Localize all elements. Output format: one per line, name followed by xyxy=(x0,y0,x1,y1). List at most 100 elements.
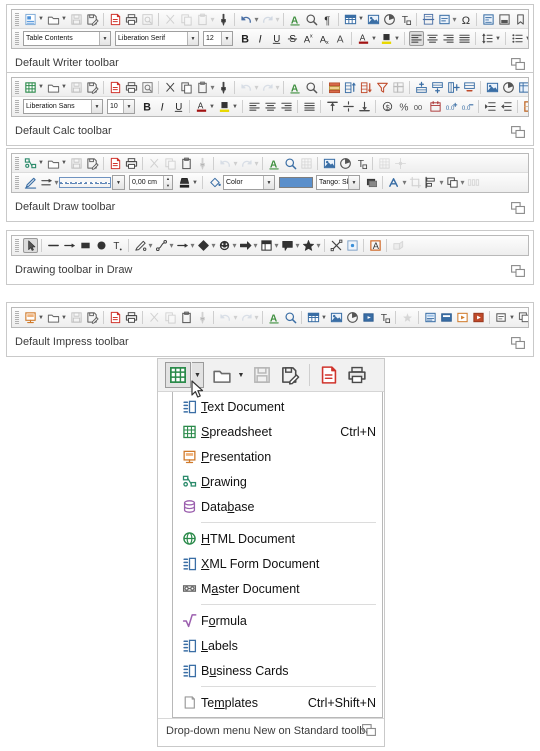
dropdown-caret[interactable]: ▾ xyxy=(210,80,215,95)
display-views-icon[interactable] xyxy=(439,310,454,325)
fill-color-swatch[interactable] xyxy=(279,177,313,188)
line-width-spinner-stepper[interactable]: ▲ ▼ xyxy=(163,176,172,189)
font-name-combo-arrow[interactable]: ▼ xyxy=(91,100,102,113)
fontwork-text-icon[interactable]: A xyxy=(368,238,383,253)
callout-shapes-icon[interactable] xyxy=(280,238,295,253)
start-from-current-slide-icon[interactable] xyxy=(471,310,486,325)
font-size-combo-arrow[interactable]: ▼ xyxy=(221,32,232,45)
bold-icon[interactable]: B xyxy=(139,99,154,114)
subscript-icon[interactable]: Ax xyxy=(317,31,332,46)
dropdown-caret[interactable]: ▾ xyxy=(210,12,215,27)
toolbar-drag-handle[interactable] xyxy=(15,311,19,324)
underline-icon[interactable]: U xyxy=(171,99,186,114)
font-color-dropdown-arrow[interactable]: ▼ xyxy=(371,31,377,46)
sort-descending-icon[interactable] xyxy=(359,80,374,95)
background-color-dropdown-arrow[interactable]: ▼ xyxy=(232,99,238,114)
dropdown-caret[interactable]: ▾ xyxy=(439,175,444,190)
paste-icon[interactable] xyxy=(195,80,210,95)
new-dropdown-arrow[interactable]: ▼ xyxy=(192,362,204,388)
line-style-dropdown-arrow[interactable]: ▼ xyxy=(113,176,124,189)
strikethrough-icon[interactable]: S xyxy=(285,31,300,46)
stars-and-banners-icon[interactable] xyxy=(301,238,316,253)
toolbar-drag-handle[interactable] xyxy=(15,239,19,252)
insert-endnote-icon[interactable] xyxy=(497,12,512,27)
export-pdf-icon[interactable] xyxy=(108,310,123,325)
open-icon[interactable] xyxy=(46,310,61,325)
print-icon[interactable] xyxy=(124,310,139,325)
glue-points-icon[interactable] xyxy=(345,238,360,253)
enlarge-image-icon[interactable] xyxy=(511,58,525,70)
dropdown-caret[interactable]: ▾ xyxy=(254,310,259,325)
lines-and-arrows-icon[interactable] xyxy=(175,238,190,253)
font-name-combo-arrow[interactable]: ▼ xyxy=(187,32,198,45)
ellipse-icon[interactable] xyxy=(94,238,109,253)
clear-formatting-icon[interactable]: A xyxy=(267,156,282,171)
toolbar-drag-handle[interactable] xyxy=(15,80,19,94)
find-replace-icon[interactable] xyxy=(304,80,319,95)
new-slide-dropdown-arrow[interactable]: ▼ xyxy=(509,310,515,325)
open-dropdown-arrow[interactable]: ▼ xyxy=(61,80,67,95)
fill-color-combo[interactable]: Tango: Sk ▼ xyxy=(316,175,360,190)
enlarge-image-icon[interactable] xyxy=(511,202,525,214)
insert-table-icon[interactable] xyxy=(343,12,358,27)
new-document-dropdown-arrow[interactable]: ▼ xyxy=(38,12,44,27)
align-center-icon[interactable] xyxy=(263,99,278,114)
insert-chart-icon[interactable] xyxy=(501,80,516,95)
insert-footnote-icon[interactable] xyxy=(481,12,496,27)
new-spreadsheet-dropdown-arrow[interactable]: ▼ xyxy=(38,80,44,95)
export-pdf-icon[interactable] xyxy=(108,156,123,171)
dropdown-caret[interactable]: ▾ xyxy=(211,238,216,253)
insert-image-icon[interactable] xyxy=(329,310,344,325)
save-as-icon[interactable] xyxy=(85,12,100,27)
clear-formatting-icon[interactable]: A xyxy=(267,310,282,325)
insert-chart-icon[interactable] xyxy=(382,12,397,27)
menu-item[interactable]: Drawing xyxy=(173,469,382,494)
special-character-icon[interactable]: Ω xyxy=(458,12,473,27)
insert-textbox-icon[interactable]: T xyxy=(354,156,369,171)
menu-item[interactable]: XML Form Document xyxy=(173,551,382,576)
delete-rows-icon[interactable] xyxy=(462,80,477,95)
clear-direct-formatting-icon[interactable]: A xyxy=(333,31,348,46)
insert-field-icon[interactable] xyxy=(437,12,452,27)
clone-formatting-icon[interactable] xyxy=(216,12,231,27)
align-objects-icon[interactable] xyxy=(424,175,439,190)
dropdown-caret[interactable]: ▾ xyxy=(253,238,258,253)
dropdown-caret[interactable]: ▾ xyxy=(316,238,321,253)
open-icon[interactable] xyxy=(46,156,61,171)
font-color-icon[interactable]: A xyxy=(356,31,371,46)
print-preview-icon[interactable] xyxy=(140,80,155,95)
align-left-icon[interactable] xyxy=(247,99,262,114)
increase-indent-icon[interactable] xyxy=(483,99,498,114)
dropdown-caret[interactable]: ▾ xyxy=(233,310,238,325)
export-pdf-icon[interactable] xyxy=(108,12,123,27)
toolbar-drag-handle[interactable] xyxy=(15,100,19,113)
delete-decimal-icon[interactable]: 0.0 xyxy=(460,99,475,114)
new-document-icon[interactable] xyxy=(23,12,38,27)
dropdown-caret[interactable]: ▾ xyxy=(452,12,457,27)
line-spacing-dropdown-arrow[interactable]: ▼ xyxy=(495,31,501,46)
open-icon[interactable] xyxy=(46,12,61,27)
open-button[interactable] xyxy=(209,362,235,388)
enlarge-image-icon[interactable] xyxy=(362,724,376,736)
new-spreadsheet-button[interactable] xyxy=(165,362,191,388)
line-spacing-icon[interactable] xyxy=(480,31,495,46)
align-justified-icon[interactable] xyxy=(457,31,472,46)
start-from-first-slide-icon[interactable] xyxy=(455,310,470,325)
format-number-icon[interactable]: 00 xyxy=(412,99,427,114)
align-left-icon[interactable] xyxy=(408,31,424,46)
font-size-combo-arrow[interactable]: ▼ xyxy=(123,100,134,113)
align-right-icon[interactable] xyxy=(441,31,456,46)
sort-icon[interactable] xyxy=(327,80,342,95)
insert-image-icon[interactable] xyxy=(485,80,500,95)
block-arrows-icon[interactable] xyxy=(238,238,253,253)
clear-formatting-icon[interactable]: A xyxy=(288,12,303,27)
insert-chart-icon[interactable] xyxy=(345,310,360,325)
dropdown-caret[interactable]: ▾ xyxy=(460,175,465,190)
line-style-edit-icon[interactable] xyxy=(23,175,38,190)
sort-ascending-icon[interactable] xyxy=(343,80,358,95)
clone-formatting-icon[interactable] xyxy=(216,80,231,95)
background-color-icon[interactable] xyxy=(217,99,232,114)
toolbar-drag-handle[interactable] xyxy=(15,156,19,170)
menu-item[interactable]: Master Document xyxy=(173,576,382,601)
superscript-icon[interactable]: Ax xyxy=(301,31,316,46)
